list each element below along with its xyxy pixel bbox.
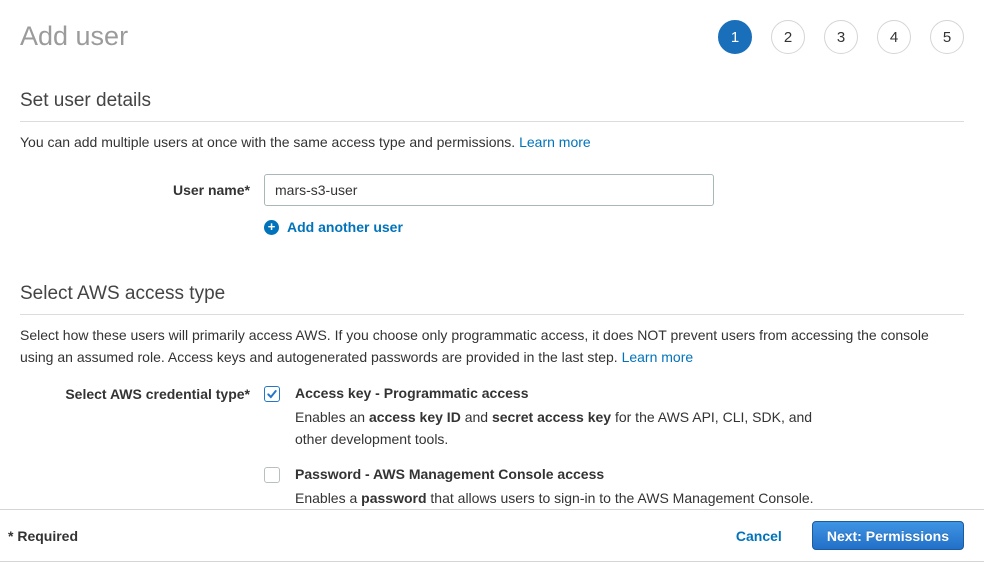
- user-details-learn-more-link[interactable]: Learn more: [519, 134, 591, 150]
- page-title: Add user: [20, 16, 128, 56]
- desc-part: and: [461, 409, 492, 425]
- username-input[interactable]: [264, 174, 714, 206]
- section-access-type: Select AWS access type Select how these …: [0, 235, 984, 368]
- access-key-checkbox[interactable]: [264, 386, 280, 402]
- username-form-row: User name*: [0, 174, 984, 206]
- password-option-text: Password - AWS Management Console access…: [295, 466, 814, 509]
- section-user-details: Set user details You can add multiple us…: [0, 56, 984, 153]
- desc-part: that allows users to sign-in to the AWS …: [427, 490, 814, 506]
- password-option-row: Password - AWS Management Console access…: [0, 466, 984, 509]
- step-circle-5: 5: [930, 20, 964, 54]
- step-circle-2: 2: [771, 20, 805, 54]
- desc-part: Enables a: [295, 490, 361, 506]
- user-details-intro-text: You can add multiple users at once with …: [20, 134, 519, 150]
- desc-part-bold: access key ID: [369, 409, 461, 425]
- label-spacer: [20, 466, 264, 509]
- required-note: * Required: [8, 528, 78, 544]
- desc-part-bold: password: [361, 490, 426, 506]
- page-header: Add user 1 2 3 4 5: [0, 0, 984, 56]
- user-details-intro: You can add multiple users at once with …: [20, 131, 964, 153]
- checkmark-icon: [266, 388, 278, 400]
- wizard-footer: * Required Cancel Next: Permissions: [0, 509, 984, 562]
- desc-part-bold: secret access key: [492, 409, 611, 425]
- add-another-user-button[interactable]: + Add another user: [264, 219, 403, 235]
- access-type-intro: Select how these users will primarily ac…: [20, 324, 964, 368]
- credential-type-label: Select AWS credential type*: [20, 385, 250, 450]
- access-type-heading: Select AWS access type: [20, 283, 964, 315]
- next-permissions-button[interactable]: Next: Permissions: [812, 521, 964, 550]
- add-another-user-label: Add another user: [287, 219, 403, 235]
- access-key-option-title: Access key - Programmatic access: [295, 385, 840, 402]
- step-circle-1: 1: [718, 20, 752, 54]
- username-label: User name*: [20, 182, 250, 198]
- desc-part: Enables an: [295, 409, 369, 425]
- step-circle-4: 4: [877, 20, 911, 54]
- access-key-option: Access key - Programmatic access Enables…: [264, 385, 840, 450]
- step-circle-3: 3: [824, 20, 858, 54]
- step-indicator: 1 2 3 4 5: [718, 20, 964, 54]
- password-option-description: Enables a password that allows users to …: [295, 487, 814, 509]
- access-key-option-description: Enables an access key ID and secret acce…: [295, 406, 840, 450]
- access-type-learn-more-link[interactable]: Learn more: [622, 349, 694, 365]
- access-key-option-text: Access key - Programmatic access Enables…: [295, 385, 840, 450]
- password-checkbox[interactable]: [264, 467, 280, 483]
- password-option: Password - AWS Management Console access…: [264, 466, 814, 509]
- plus-circle-icon: +: [264, 220, 279, 235]
- user-details-heading: Set user details: [20, 90, 964, 122]
- credential-type-row: Select AWS credential type* Access key -…: [0, 385, 984, 450]
- access-type-intro-text: Select how these users will primarily ac…: [20, 327, 929, 365]
- password-option-title: Password - AWS Management Console access: [295, 466, 814, 483]
- cancel-button[interactable]: Cancel: [736, 528, 782, 544]
- footer-actions: Cancel Next: Permissions: [736, 521, 964, 550]
